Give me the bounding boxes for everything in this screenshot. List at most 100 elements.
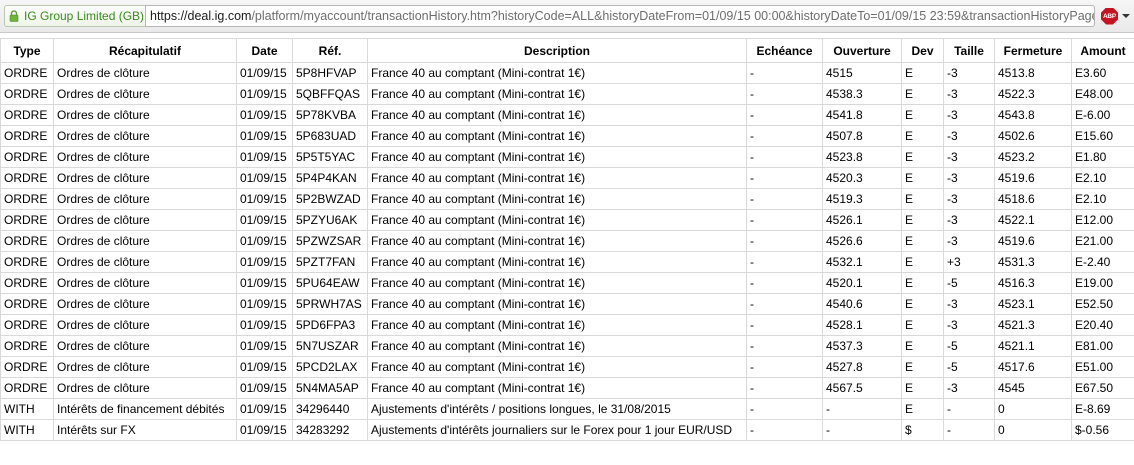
cell-date: 01/09/15 — [236, 377, 293, 399]
cell-ref: 5PCD2LAX — [292, 356, 368, 378]
cell-dev: E — [901, 272, 944, 294]
cell-dev: E — [901, 251, 944, 273]
cell-amount: E3.60 — [1071, 62, 1134, 84]
cell-recapitulatif: Ordres de clôture — [53, 251, 237, 273]
column-header-ref[interactable]: Réf. — [292, 38, 368, 63]
column-header-echeance[interactable]: Echéance — [746, 38, 823, 63]
cell-date: 01/09/15 — [236, 230, 293, 252]
column-header-ouverture[interactable]: Ouverture — [822, 38, 902, 63]
cell-date: 01/09/15 — [236, 356, 293, 378]
cell-type: ORDRE — [0, 251, 54, 273]
column-header-date[interactable]: Date — [236, 38, 293, 63]
cell-dev: E — [901, 209, 944, 231]
cell-type: ORDRE — [0, 356, 54, 378]
table-row: ORDRE Ordres de clôture 01/09/15 5PZT7FAN Fr… — [0, 251, 1134, 273]
cell-taille: -3 — [943, 293, 995, 315]
cell-taille: -3 — [943, 62, 995, 84]
cell-type: ORDRE — [0, 125, 54, 147]
cell-type: ORDRE — [0, 188, 54, 210]
cell-fermeture: 4502.6 — [994, 125, 1072, 147]
table-row: ORDRE Ordres de clôture 01/09/15 5PRWH7AS Fr… — [0, 293, 1134, 315]
cell-echeance: - — [746, 272, 823, 294]
cell-date: 01/09/15 — [236, 104, 293, 126]
cell-ouverture: - — [822, 419, 902, 441]
cell-echeance: - — [746, 419, 823, 441]
cell-recapitulatif: Ordres de clôture — [53, 356, 237, 378]
table-header-row: Type Récapitulatif Date Réf. Description Eché… — [0, 38, 1134, 63]
site-identity-button[interactable]: IG Group Limited (GB) — [4, 5, 145, 27]
cell-description: France 40 au comptant (Mini-contrat 1€) — [367, 335, 747, 357]
cell-amount: E20.40 — [1071, 314, 1134, 336]
adblock-plus-button[interactable]: ABP — [1101, 6, 1131, 26]
cell-type: ORDRE — [0, 314, 54, 336]
cell-fermeture: 4543.8 — [994, 104, 1072, 126]
cell-date: 01/09/15 — [236, 272, 293, 294]
table-row: ORDRE Ordres de clôture 01/09/15 5P8HFVAP Fr… — [0, 62, 1134, 84]
column-header-amount[interactable]: Amount — [1071, 38, 1134, 63]
cell-type: ORDRE — [0, 83, 54, 105]
cell-ref: 5PRWH7AS — [292, 293, 368, 315]
cell-fermeture: 4518.6 — [994, 188, 1072, 210]
cell-date: 01/09/15 — [236, 146, 293, 168]
cell-taille: -3 — [943, 83, 995, 105]
column-header-fermeture[interactable]: Fermeture — [994, 38, 1072, 63]
cell-description: France 40 au comptant (Mini-contrat 1€) — [367, 377, 747, 399]
cell-echeance: - — [746, 83, 823, 105]
cell-amount: E12.00 — [1071, 209, 1134, 231]
cell-dev: E — [901, 377, 944, 399]
cell-type: ORDRE — [0, 293, 54, 315]
cell-ouverture: 4567.5 — [822, 377, 902, 399]
column-header-description[interactable]: Description — [367, 38, 747, 63]
cell-dev: E — [901, 293, 944, 315]
cell-ref: 5PZT7FAN — [292, 251, 368, 273]
cell-type: ORDRE — [0, 335, 54, 357]
cell-ouverture: 4537.3 — [822, 335, 902, 357]
cell-date: 01/09/15 — [236, 251, 293, 273]
cell-fermeture: 0 — [994, 398, 1072, 420]
column-header-dev[interactable]: Dev — [901, 38, 944, 63]
cell-recapitulatif: Intérêts de financement débités — [53, 398, 237, 420]
cell-description: France 40 au comptant (Mini-contrat 1€) — [367, 251, 747, 273]
url-bar[interactable]: https://deal.ig.com/platform/myaccount/t… — [145, 5, 1095, 27]
cell-date: 01/09/15 — [236, 335, 293, 357]
cell-fermeture: 4522.1 — [994, 209, 1072, 231]
cell-amount: E67.50 — [1071, 377, 1134, 399]
cell-amount: E1.80 — [1071, 146, 1134, 168]
cell-echeance: - — [746, 125, 823, 147]
cell-date: 01/09/15 — [236, 125, 293, 147]
column-header-taille[interactable]: Taille — [943, 38, 995, 63]
cell-type: ORDRE — [0, 272, 54, 294]
cell-ref: 34296440 — [292, 398, 368, 420]
cell-recapitulatif: Ordres de clôture — [53, 83, 237, 105]
cell-recapitulatif: Intérêts sur FX — [53, 419, 237, 441]
cell-amount: E19.00 — [1071, 272, 1134, 294]
cell-dev: E — [901, 104, 944, 126]
cell-dev: E — [901, 167, 944, 189]
cell-dev: E — [901, 188, 944, 210]
cell-type: ORDRE — [0, 146, 54, 168]
cell-type: WITH — [0, 398, 54, 420]
cell-description: France 40 au comptant (Mini-contrat 1€) — [367, 314, 747, 336]
cell-ref: 34283292 — [292, 419, 368, 441]
cell-description: France 40 au comptant (Mini-contrat 1€) — [367, 146, 747, 168]
cell-echeance: - — [746, 314, 823, 336]
cell-recapitulatif: Ordres de clôture — [53, 62, 237, 84]
cell-echeance: - — [746, 146, 823, 168]
cell-fermeture: 4521.1 — [994, 335, 1072, 357]
cell-taille: -5 — [943, 272, 995, 294]
cell-date: 01/09/15 — [236, 314, 293, 336]
cell-ouverture: 4541.8 — [822, 104, 902, 126]
cell-ouverture: 4532.1 — [822, 251, 902, 273]
column-header-recapitulatif[interactable]: Récapitulatif — [53, 38, 237, 63]
cell-recapitulatif: Ordres de clôture — [53, 188, 237, 210]
column-header-type[interactable]: Type — [0, 38, 54, 63]
cell-dev: $ — [901, 419, 944, 441]
cell-dev: E — [901, 62, 944, 84]
cell-echeance: - — [746, 377, 823, 399]
cell-type: ORDRE — [0, 377, 54, 399]
cell-ouverture: 4523.8 — [822, 146, 902, 168]
cell-date: 01/09/15 — [236, 62, 293, 84]
adblock-plus-icon: ABP — [1101, 7, 1118, 25]
table-row: ORDRE Ordres de clôture 01/09/15 5P78KVBA Fr… — [0, 104, 1134, 126]
table-row: ORDRE Ordres de clôture 01/09/15 5N7USZAR Fr… — [0, 335, 1134, 357]
